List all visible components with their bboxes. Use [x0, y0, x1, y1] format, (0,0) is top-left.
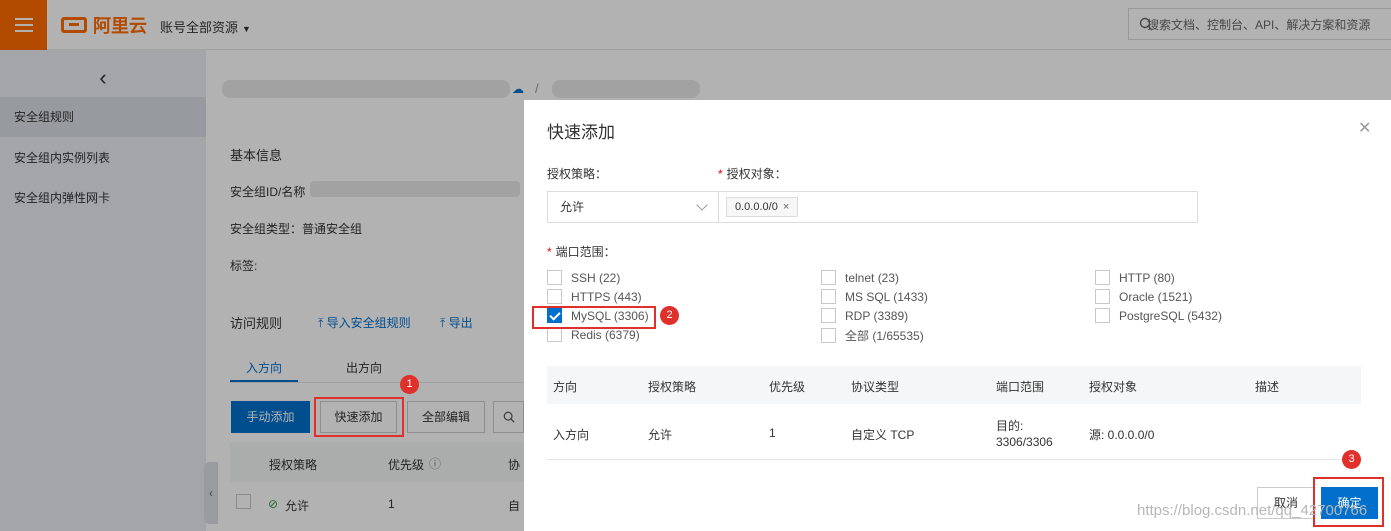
checkbox-box	[821, 289, 836, 304]
port-label-https: HTTPS (443)	[571, 289, 642, 304]
cell-direction: 入方向	[553, 428, 590, 442]
policy-select-value: 允许	[560, 200, 585, 214]
cell-policy: 允许	[648, 428, 673, 442]
port-checkbox-mssql[interactable]: MS SQL (1433)	[821, 289, 928, 304]
port-checkbox-telnet[interactable]: telnet (23)	[821, 270, 899, 285]
remove-tag-icon[interactable]: ×	[783, 201, 789, 213]
port-label-http: HTTP (80)	[1119, 270, 1175, 285]
port-label-redis: Redis (6379)	[571, 327, 640, 342]
col-direction: 方向	[553, 380, 578, 394]
cell-port-value: 3306/3306	[996, 435, 1053, 449]
checkbox-box	[547, 289, 562, 304]
port-label-ssh: SSH (22)	[571, 270, 621, 285]
target-input[interactable]: 0.0.0.0/0 ×	[718, 191, 1198, 223]
port-label-mssql: MS SQL (1433)	[845, 289, 928, 304]
checkbox-box	[1095, 289, 1110, 304]
port-checkbox-rdp[interactable]: RDP (3389)	[821, 308, 908, 323]
port-label-rdp: RDP (3389)	[845, 308, 909, 323]
annotation-badge-1: 1	[400, 375, 419, 394]
port-label-oracle: Oracle (1521)	[1119, 289, 1193, 304]
port-label-wrap: * 端口范围：	[547, 243, 616, 260]
target-tag: 0.0.0.0/0 ×	[726, 197, 799, 217]
port-label-all: 全部 (1/65535)	[845, 329, 924, 343]
annotation-badge-3: 3	[1342, 450, 1361, 469]
target-tag-text: 0.0.0.0/0	[735, 201, 778, 213]
chevron-down-icon	[696, 199, 708, 211]
policy-select[interactable]: 允许	[547, 191, 719, 223]
port-checkbox-all[interactable]: 全部 (1/65535)	[821, 327, 924, 344]
checkbox-box	[1095, 270, 1110, 285]
port-checkbox-ssh[interactable]: SSH (22)	[547, 270, 620, 285]
cell-target: 源: 0.0.0.0/0	[1089, 428, 1155, 442]
checkbox-box	[547, 327, 562, 342]
port-label: 端口范围：	[555, 245, 616, 259]
port-checkbox-oracle[interactable]: Oracle (1521)	[1095, 289, 1192, 304]
col-port-range: 端口范围	[996, 380, 1045, 394]
close-icon[interactable]: ✕	[1358, 118, 1371, 138]
checkbox-box	[821, 328, 836, 343]
annotation-highlight-mysql	[532, 306, 656, 329]
port-label-telnet: telnet (23)	[845, 270, 900, 285]
col-target: 授权对象	[1089, 380, 1138, 394]
annotation-highlight-quick-add	[314, 397, 404, 437]
watermark: https://blog.csdn.net/qq_42700766	[1137, 502, 1368, 519]
checkbox-box	[821, 308, 836, 323]
col-protocol: 协议类型	[851, 380, 900, 394]
dialog-title: 快速添加	[547, 123, 615, 142]
policy-label: 授权策略：	[547, 167, 608, 181]
port-checkbox-https[interactable]: HTTPS (443)	[547, 289, 642, 304]
required-asterisk-icon: *	[718, 167, 723, 181]
checkbox-box	[821, 270, 836, 285]
required-asterisk-icon: *	[547, 245, 552, 259]
cell-priority: 1	[769, 426, 776, 440]
target-label: 授权对象：	[726, 167, 787, 181]
cell-port-prefix: 目的:	[996, 419, 1024, 433]
col-priority: 优先级	[769, 380, 806, 394]
cell-protocol: 自定义 TCP	[851, 428, 915, 442]
checkbox-box	[1095, 308, 1110, 323]
checkbox-box	[547, 270, 562, 285]
target-label-wrap: * 授权对象：	[718, 165, 787, 182]
annotation-badge-2: 2	[660, 306, 679, 325]
port-checkbox-postgresql[interactable]: PostgreSQL (5432)	[1095, 308, 1222, 323]
col-policy: 授权策略	[648, 380, 697, 394]
preview-table-header: 方向 授权策略 优先级 协议类型 端口范围 授权对象 描述	[547, 366, 1361, 404]
col-description: 描述	[1255, 380, 1280, 394]
port-label-postgresql: PostgreSQL (5432)	[1119, 308, 1222, 323]
port-checkbox-http[interactable]: HTTP (80)	[1095, 270, 1175, 285]
table-row: 入方向 允许 1 自定义 TCP 目的: 3306/3306 源: 0.0.0.…	[547, 404, 1361, 460]
port-checkbox-redis[interactable]: Redis (6379)	[547, 327, 640, 342]
